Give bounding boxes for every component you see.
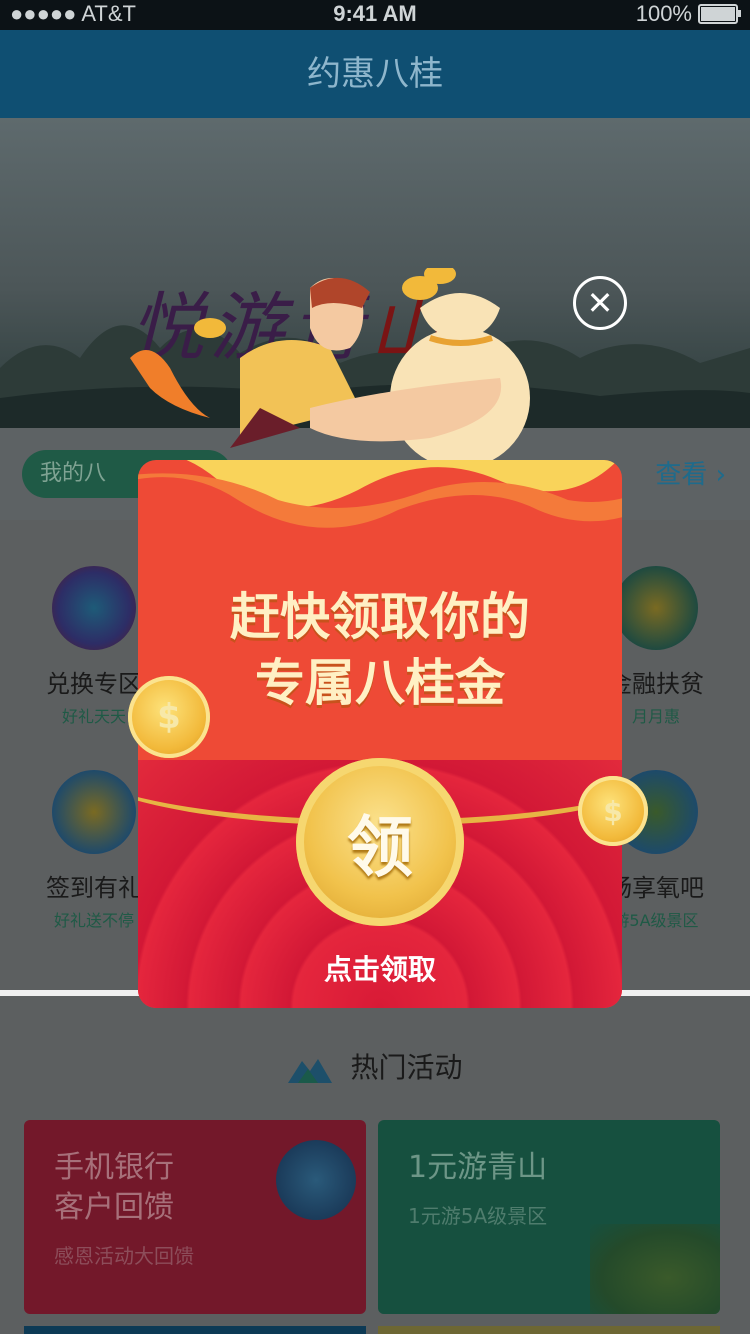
red-envelope-popup: 赶快领取你的 专属八桂金 领 点击领取	[138, 460, 622, 1008]
close-button[interactable]: ✕	[573, 276, 627, 330]
close-icon: ✕	[586, 284, 614, 322]
claim-button[interactable]: 领	[296, 758, 464, 926]
coin-icon: $	[578, 776, 648, 846]
money-bag-illustration	[130, 268, 530, 468]
popup-headline: 赶快领取你的 专属八桂金	[230, 588, 530, 712]
coin-icon: $	[128, 676, 210, 758]
claim-label[interactable]: 点击领取	[138, 948, 622, 988]
wave-decoration	[138, 460, 622, 528]
